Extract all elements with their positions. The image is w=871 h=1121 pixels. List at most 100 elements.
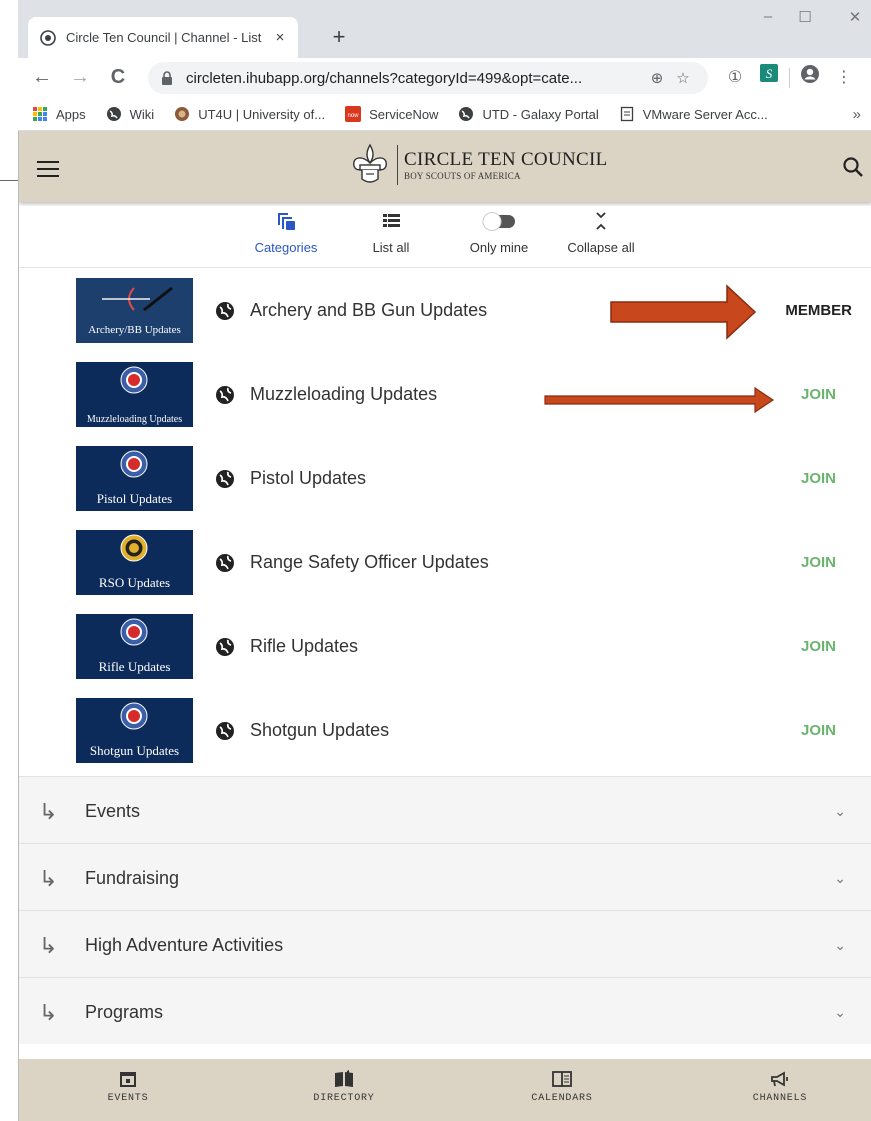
- category-group-fundraising[interactable]: ↳ Fundraising ⌄: [19, 843, 871, 910]
- join-button[interactable]: JOIN: [801, 554, 836, 571]
- calendar-icon: [120, 1072, 136, 1087]
- filter-label: List all: [372, 240, 410, 255]
- subdirectory-arrow-icon: ↳: [39, 1000, 58, 1025]
- bookmark-galaxy[interactable]: UTD - Galaxy Portal: [458, 106, 599, 122]
- ut-logo-icon: [175, 107, 190, 121]
- bookmark-label: UT4U | University of...: [198, 106, 326, 122]
- nav-calendars-button[interactable]: CALENDARS: [507, 1069, 617, 1104]
- public-globe-icon: [216, 302, 234, 320]
- list-all-filter-button[interactable]: List all: [361, 210, 421, 255]
- bookmark-vmware[interactable]: VMware Server Acc...: [619, 106, 768, 122]
- browser-menu-icon[interactable]: ⋮: [830, 64, 858, 92]
- bookmark-label: ServiceNow: [369, 106, 439, 122]
- nav-directory-button[interactable]: DIRECTORY: [289, 1069, 399, 1104]
- channel-title: Rifle Updates: [250, 636, 359, 656]
- tab-title: Circle Ten Council | Channel - List: [66, 30, 262, 45]
- join-button[interactable]: JOIN: [801, 722, 836, 739]
- nav-events-button[interactable]: EVENTS: [73, 1069, 183, 1104]
- join-button[interactable]: JOIN: [801, 386, 836, 403]
- thumbnail-label: Shotgun Updates: [89, 743, 180, 758]
- close-window-button[interactable]: ✕: [840, 8, 870, 26]
- maximize-button[interactable]: ☐: [790, 8, 820, 26]
- thumbnail-label: Archery/BB Updates: [88, 324, 181, 336]
- install-app-icon[interactable]: ⊕: [644, 69, 670, 87]
- bookmark-star-icon[interactable]: ☆: [670, 69, 696, 87]
- nra-emblem-icon: [120, 450, 148, 478]
- nav-channels-button[interactable]: CHANNELS: [725, 1069, 835, 1104]
- toggle-switch-icon: [482, 212, 515, 231]
- back-button[interactable]: ←: [26, 62, 58, 94]
- url-text: circleten.ihubapp.org/channels?categoryI…: [186, 69, 583, 87]
- apps-grid-icon: [33, 107, 47, 121]
- nra-gold-emblem-icon: [120, 534, 148, 562]
- extension-info-icon[interactable]: ①: [721, 64, 749, 92]
- category-group-programs[interactable]: ↳ Programs ⌄: [19, 977, 871, 1044]
- categories-icon: [278, 213, 295, 230]
- nra-emblem-icon: [120, 366, 148, 394]
- channel-title: Muzzleloading Updates: [250, 384, 438, 404]
- public-globe-icon: [216, 554, 234, 572]
- bookmark-servicenow[interactable]: now ServiceNow: [345, 106, 438, 122]
- fleur-de-lis-icon: [353, 143, 387, 183]
- group-title: Fundraising: [85, 868, 180, 888]
- channel-title: Shotgun Updates: [250, 720, 390, 740]
- public-globe-icon: [216, 638, 234, 656]
- channel-thumbnail: Rifle Updates: [76, 614, 193, 679]
- bookmark-wiki[interactable]: Wiki: [106, 106, 154, 122]
- public-globe-icon: [216, 470, 234, 488]
- subdirectory-arrow-icon: ↳: [39, 933, 58, 958]
- bookmarks-overflow-button[interactable]: »: [853, 106, 861, 123]
- channel-thumbnail: RSO Updates: [76, 530, 193, 595]
- chevron-down-icon[interactable]: ⌄: [834, 1004, 846, 1021]
- channel-row[interactable]: Rifle Updates Rifle Updates JOIN: [19, 614, 871, 698]
- channel-title: Range Safety Officer Updates: [250, 552, 489, 572]
- logo-subtitle: BOY SCOUTS OF AMERICA: [404, 171, 521, 181]
- calendars-icon: [552, 1071, 572, 1087]
- globe-icon: [106, 107, 121, 121]
- extension-s-icon[interactable]: S: [755, 64, 783, 92]
- servicenow-icon: now: [345, 106, 362, 122]
- channel-title: Pistol Updates: [250, 468, 367, 488]
- categories-filter-button[interactable]: Categories: [251, 210, 321, 255]
- collapse-all-button[interactable]: Collapse all: [561, 210, 641, 255]
- profile-icon[interactable]: [796, 64, 824, 92]
- bottom-navigation: EVENTS DIRECTORY CALENDARS CHANNELS: [19, 1059, 871, 1121]
- book-icon: [335, 1070, 353, 1087]
- category-group-events[interactable]: ↳ Events ⌄: [19, 776, 871, 843]
- council-logo[interactable]: CIRCLE TEN COUNCIL BOY SCOUTS OF AMERICA: [349, 143, 608, 187]
- chevron-down-icon[interactable]: ⌄: [834, 870, 846, 887]
- bookmark-label: VMware Server Acc...: [642, 106, 768, 122]
- only-mine-toggle[interactable]: Only mine: [459, 210, 539, 255]
- browser-tab-strip: Circle Ten Council | Channel - List × + …: [18, 0, 871, 58]
- new-tab-button[interactable]: +: [325, 24, 353, 52]
- bookmark-apps[interactable]: Apps: [32, 106, 86, 122]
- bookmark-ut4u[interactable]: UT4U | University of...: [174, 106, 325, 122]
- channel-thumbnail: Pistol Updates: [76, 446, 193, 511]
- chevron-down-icon[interactable]: ⌄: [834, 937, 846, 954]
- nav-label: CHANNELS: [752, 1093, 808, 1104]
- browser-tab[interactable]: Circle Ten Council | Channel - List ×: [28, 17, 298, 58]
- globe-favicon-icon: [40, 29, 56, 46]
- channel-row[interactable]: RSO Updates Range Safety Officer Updates…: [19, 530, 871, 614]
- reload-button[interactable]: C: [102, 62, 134, 94]
- thumbnail-label: Muzzleloading Updates: [86, 414, 183, 425]
- channel-row[interactable]: Shotgun Updates Shotgun Updates JOIN: [19, 698, 871, 782]
- archery-bow-icon: [102, 286, 173, 312]
- hamburger-menu-icon[interactable]: [37, 161, 59, 177]
- nra-emblem-icon: [120, 618, 148, 646]
- chevron-down-icon[interactable]: ⌄: [834, 803, 846, 820]
- join-button[interactable]: JOIN: [801, 638, 836, 655]
- channel-row[interactable]: Pistol Updates Pistol Updates JOIN: [19, 446, 871, 530]
- search-icon[interactable]: [842, 156, 864, 178]
- tab-close-icon[interactable]: ×: [272, 29, 288, 46]
- forward-button[interactable]: →: [64, 62, 96, 94]
- join-button[interactable]: JOIN: [801, 470, 836, 487]
- category-group-high-adventure[interactable]: ↳ High Adventure Activities ⌄: [19, 910, 871, 977]
- annotation-arrow-member: [610, 284, 757, 340]
- channel-thumbnail: Archery/BB Updates: [76, 278, 193, 343]
- address-bar[interactable]: circleten.ihubapp.org/channels?categoryI…: [148, 62, 708, 94]
- nav-label: EVENTS: [107, 1093, 149, 1104]
- nav-label: CALENDARS: [531, 1093, 593, 1104]
- minimize-button[interactable]: –: [753, 8, 783, 25]
- app-header: CIRCLE TEN COUNCIL BOY SCOUTS OF AMERICA: [19, 131, 871, 202]
